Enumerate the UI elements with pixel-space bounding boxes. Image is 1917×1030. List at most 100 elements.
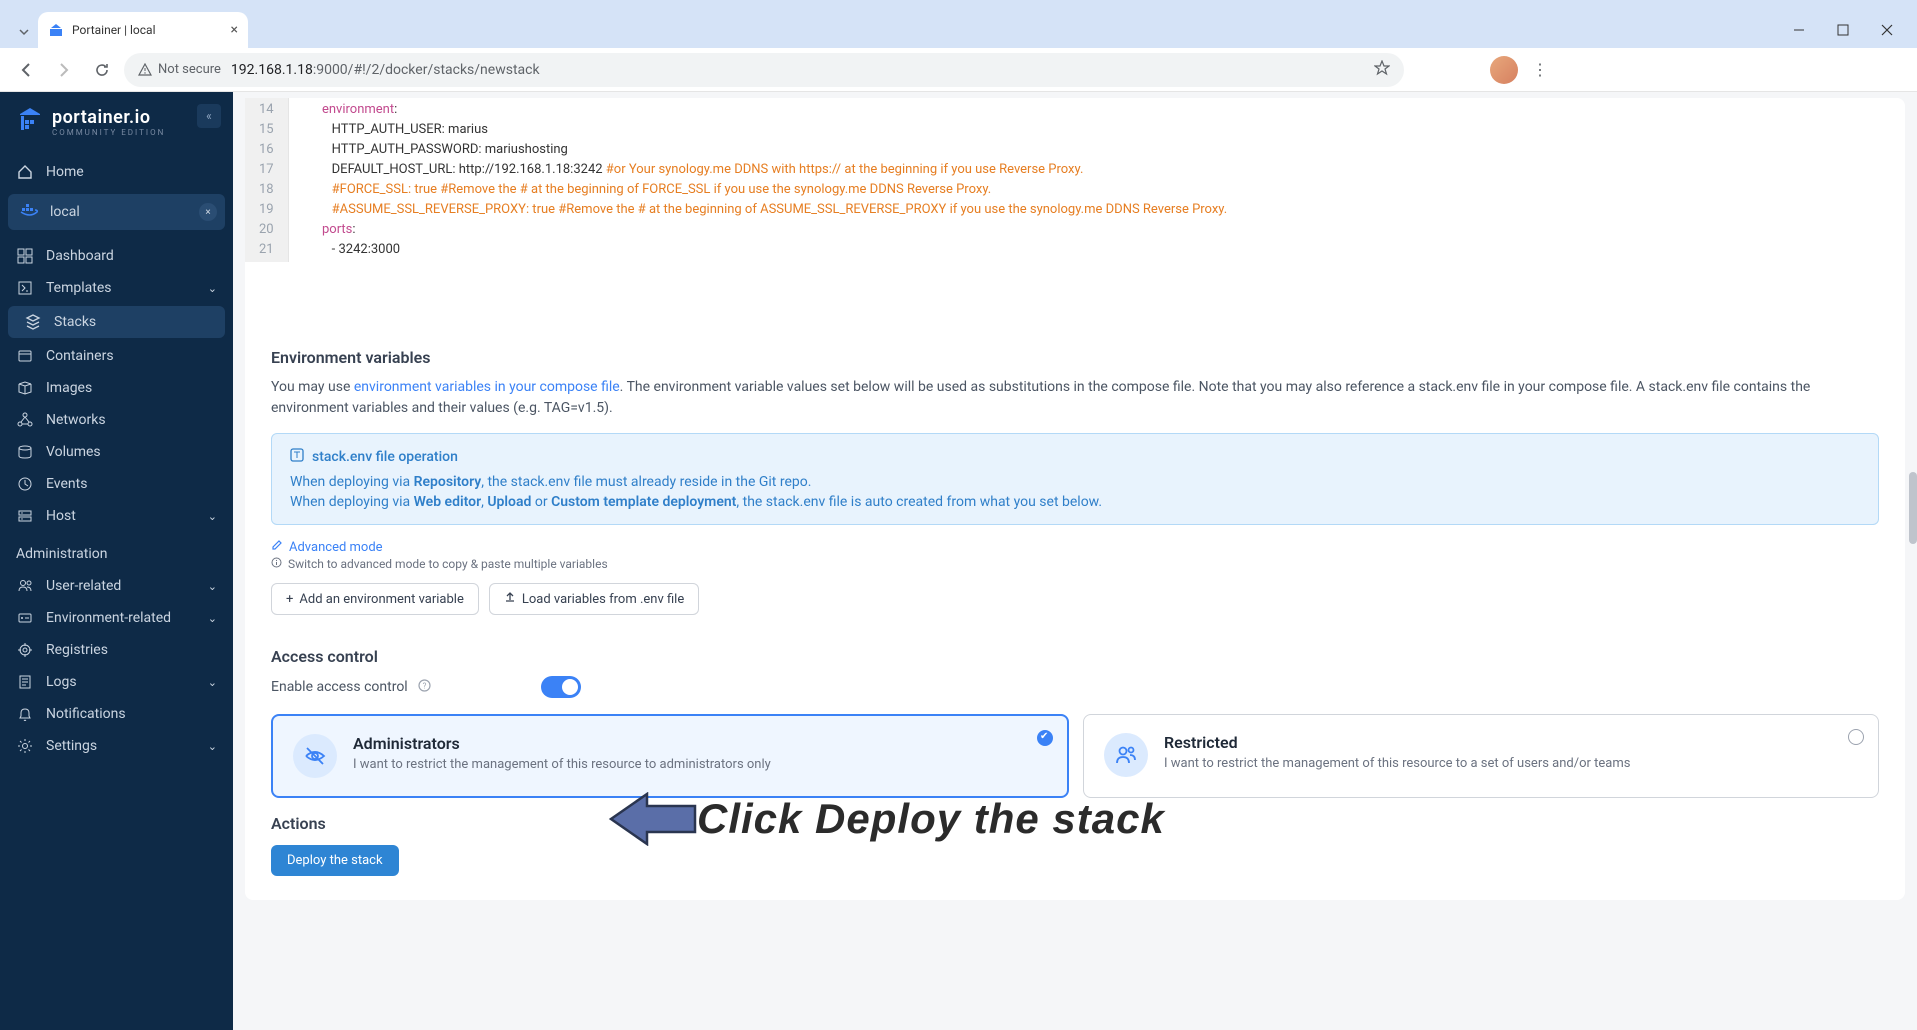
scrollbar-thumb[interactable]	[1909, 472, 1917, 544]
env-variables-section: Environment variables You may use enviro…	[245, 332, 1905, 631]
images-icon	[16, 380, 34, 396]
minimize-button[interactable]	[1777, 15, 1821, 45]
svg-text:?: ?	[422, 681, 426, 690]
editor-gutter: 1415161718192021	[245, 98, 289, 262]
add-env-variable-button[interactable]: + Add an environment variable	[271, 583, 479, 615]
advanced-mode-description: Switch to advanced mode to copy & paste …	[271, 557, 1879, 571]
actions-title: Actions	[271, 814, 1879, 833]
sidebar-item-events[interactable]: Events	[0, 468, 233, 500]
users-icon	[1104, 733, 1148, 777]
sidebar-item-images[interactable]: Images	[0, 372, 233, 404]
url-text: 192.168.1.18:9000/#!/2/docker/stacks/new…	[231, 62, 540, 78]
sidebar-item-env[interactable]: Environment-related⌄	[0, 602, 233, 634]
env-icon	[16, 610, 34, 626]
sidebar-item-user[interactable]: User-related⌄	[0, 570, 233, 602]
chevron-down-icon: ⌄	[208, 612, 217, 625]
profile-avatar[interactable]	[1490, 56, 1518, 84]
sidebar-item-label: Host	[46, 508, 76, 524]
bookmark-star-icon[interactable]	[1374, 60, 1390, 80]
environment-close-button[interactable]: ×	[199, 203, 217, 221]
admin-option-title: Administrators	[353, 734, 771, 753]
containers-icon	[16, 348, 34, 364]
environment-tag[interactable]: local ×	[8, 194, 225, 230]
access-control-title: Access control	[271, 647, 1879, 666]
help-icon[interactable]: ?	[418, 679, 431, 696]
restricted-option-title: Restricted	[1164, 733, 1630, 752]
logo-name: portainer.io	[52, 107, 165, 128]
maximize-button[interactable]	[1821, 15, 1865, 45]
browser-tab-strip: Portainer | local ×	[0, 0, 1917, 48]
sidebar-item-label: Templates	[46, 280, 112, 296]
upload-icon	[504, 591, 516, 607]
env-section-title: Environment variables	[271, 348, 1879, 367]
sidebar-item-label: Networks	[46, 412, 106, 428]
editor-content[interactable]: environment: HTTP_AUTH_USER: marius HTTP…	[289, 98, 1242, 262]
browser-tab[interactable]: Portainer | local ×	[38, 12, 248, 48]
tab-title: Portainer | local	[72, 23, 156, 37]
actions-section: Actions Deploy the stack	[245, 814, 1905, 900]
sidebar-item-label: Images	[46, 380, 92, 396]
main-content: 1415161718192021 environment: HTTP_AUTH_…	[233, 92, 1917, 1030]
sidebar-item-label: User-related	[46, 578, 121, 594]
sidebar-item-label: Events	[46, 476, 87, 492]
info-icon	[290, 448, 304, 466]
plus-icon: +	[286, 592, 293, 607]
reload-button[interactable]	[86, 54, 118, 86]
security-indicator[interactable]: Not secure	[138, 62, 221, 77]
restricted-option-description: I want to restrict the management of thi…	[1164, 756, 1630, 771]
registries-icon	[16, 642, 34, 658]
browser-menu-button[interactable]: ⋮	[1524, 60, 1556, 79]
sidebar-home[interactable]: Home	[0, 156, 233, 188]
sidebar-item-dashboard[interactable]: Dashboard	[0, 240, 233, 272]
portainer-logo-icon	[16, 106, 44, 138]
home-icon	[16, 164, 34, 180]
info-line-1: When deploying via Repository, the stack…	[290, 474, 1860, 490]
sidebar-item-logs[interactable]: Logs ⌄	[0, 666, 233, 698]
tab-close-button[interactable]: ×	[231, 22, 238, 38]
forward-button[interactable]	[48, 54, 80, 86]
back-button[interactable]	[10, 54, 42, 86]
logs-icon	[16, 674, 34, 690]
sidebar-item-templates[interactable]: Templates ⌄	[0, 272, 233, 304]
address-bar[interactable]: Not secure 192.168.1.18:9000/#!/2/docker…	[124, 53, 1404, 87]
sidebar-item-containers[interactable]: Containers	[0, 340, 233, 372]
not-secure-label: Not secure	[158, 62, 221, 77]
chevron-down-icon: ⌄	[208, 676, 217, 689]
sidebar-item-networks[interactable]: Networks	[0, 404, 233, 436]
window-controls	[1777, 12, 1917, 48]
sidebar-item-volumes[interactable]: Volumes	[0, 436, 233, 468]
sidebar: portainer.io COMMUNITY EDITION « Home lo…	[0, 92, 233, 1030]
access-control-toggle[interactable]	[541, 676, 581, 698]
close-window-button[interactable]	[1865, 15, 1909, 45]
restricted-radio-icon	[1848, 729, 1864, 745]
sidebar-item-label: Logs	[46, 674, 77, 690]
admin-section-header: Administration	[0, 532, 233, 570]
eye-off-icon	[293, 734, 337, 778]
load-env-file-button[interactable]: Load variables from .env file	[489, 583, 699, 615]
restricted-option[interactable]: Restricted I want to restrict the manage…	[1083, 714, 1879, 798]
administrators-option[interactable]: Administrators I want to restrict the ma…	[271, 714, 1069, 798]
sidebar-item-bell[interactable]: Notifications	[0, 698, 233, 730]
info-box-title: stack.env file operation	[312, 449, 458, 465]
logo-subtitle: COMMUNITY EDITION	[52, 128, 165, 137]
sidebar-item-stacks[interactable]: Stacks	[8, 306, 225, 338]
advanced-mode-link[interactable]: Advanced mode	[271, 539, 1879, 555]
chevron-down-icon: ⌄	[208, 282, 217, 295]
deploy-stack-button[interactable]: Deploy the stack	[271, 845, 399, 876]
chevron-down-icon: ⌄	[208, 510, 217, 523]
web-editor[interactable]: 1415161718192021 environment: HTTP_AUTH_…	[245, 98, 1905, 262]
host-icon	[16, 508, 34, 524]
sidebar-collapse-button[interactable]: «	[197, 104, 221, 128]
warning-icon	[138, 63, 152, 77]
logo[interactable]: portainer.io COMMUNITY EDITION «	[0, 92, 233, 156]
sidebar-item-host[interactable]: Host ⌄	[0, 500, 233, 532]
sidebar-item-gear[interactable]: Settings⌄	[0, 730, 233, 762]
admin-radio-icon	[1037, 730, 1053, 746]
portainer-favicon-icon	[48, 22, 64, 38]
tab-dropdown-button[interactable]	[10, 16, 38, 48]
env-docs-link[interactable]: environment variables in your compose fi…	[354, 379, 620, 395]
env-description: You may use environment variables in you…	[271, 377, 1879, 419]
events-icon	[16, 476, 34, 492]
bell-icon	[16, 706, 34, 722]
sidebar-item-registries[interactable]: Registries	[0, 634, 233, 666]
